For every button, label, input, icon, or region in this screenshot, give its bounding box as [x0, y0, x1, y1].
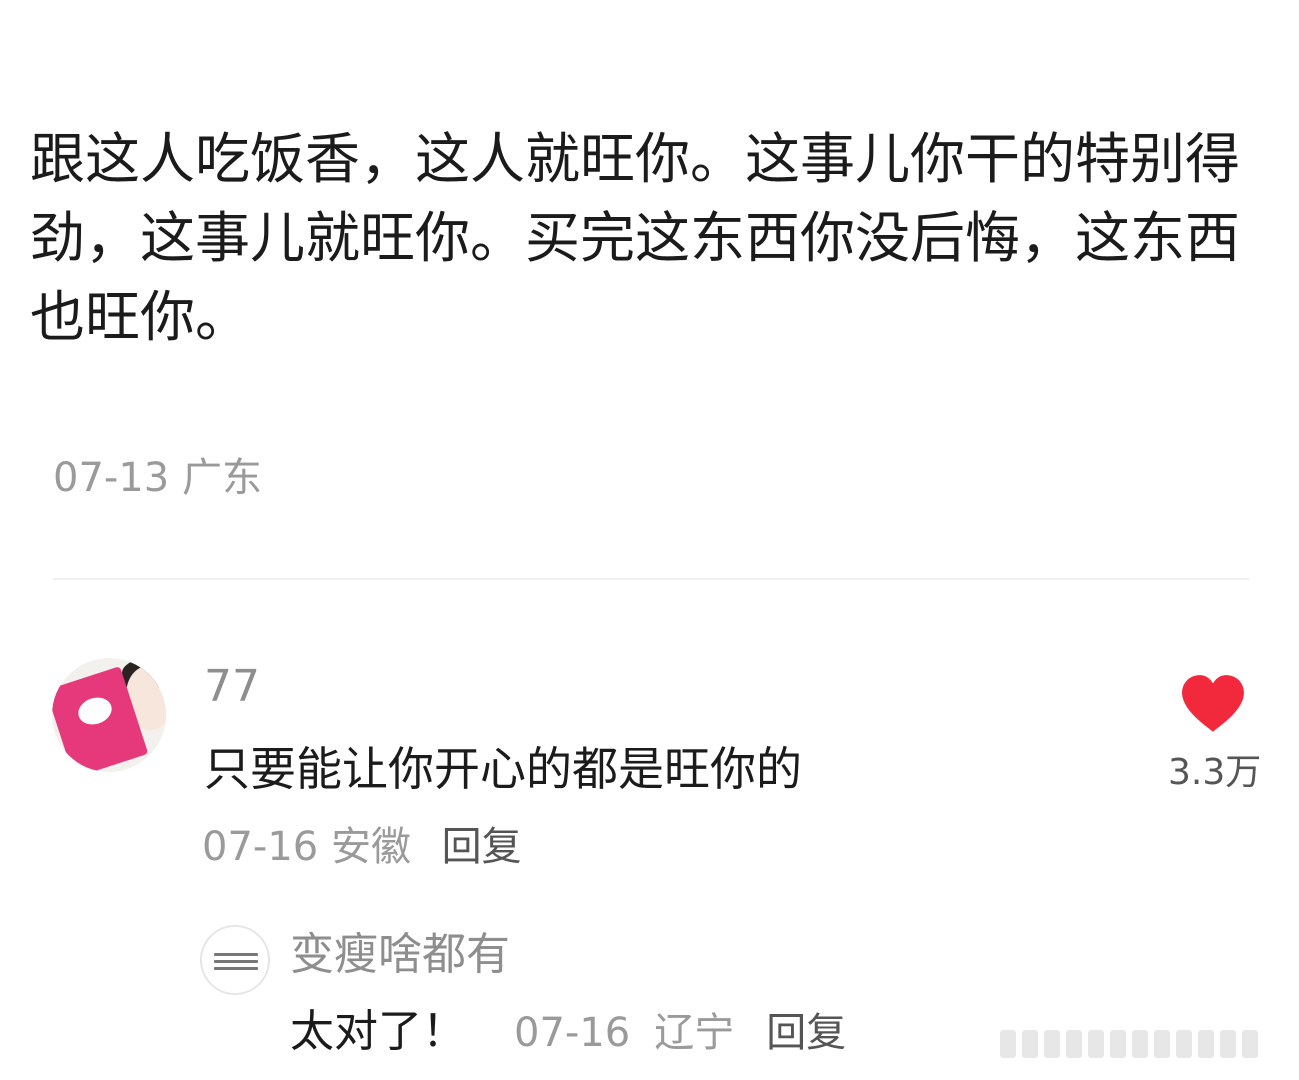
post-body-text: 跟这人吃饭香，这人就旺你。这事儿你干的特别得劲，这事儿就旺你。买完这东西你没后悔…: [30, 127, 1241, 349]
post-meta: 07-13 广东: [53, 452, 262, 504]
post-date: 07-13: [53, 455, 170, 501]
comment-date: 07-16: [202, 824, 319, 870]
comment-location: 安徽: [330, 824, 411, 870]
divider: [53, 578, 1249, 580]
reply-location: 辽宁: [654, 1010, 735, 1056]
reply-row: 太对了！ 07-16 辽宁 回复: [290, 1004, 846, 1061]
like-count: 3.3万: [1168, 752, 1262, 793]
replier-avatar[interactable]: [200, 925, 270, 995]
comment-username[interactable]: 77: [204, 660, 260, 714]
comment-meta: 07-16 安徽 回复: [202, 822, 522, 872]
avatar-text-graphic: [214, 953, 258, 974]
post-location: 广东: [181, 455, 262, 501]
commenter-avatar[interactable]: [52, 658, 166, 772]
heart-icon[interactable]: [1180, 674, 1246, 734]
reply-reply-button[interactable]: 回复: [766, 1010, 846, 1056]
watermark-graphic: [1000, 1030, 1290, 1066]
comment-reply-button[interactable]: 回复: [442, 824, 522, 870]
heart-icon-shape: [1182, 675, 1244, 732]
reply-username[interactable]: 变瘦啥都有: [290, 927, 510, 983]
reply-date: 07-16: [514, 1010, 631, 1056]
comment-text[interactable]: 只要能让你开心的都是旺你的: [204, 740, 802, 798]
reply-text[interactable]: 太对了！: [290, 1006, 466, 1057]
